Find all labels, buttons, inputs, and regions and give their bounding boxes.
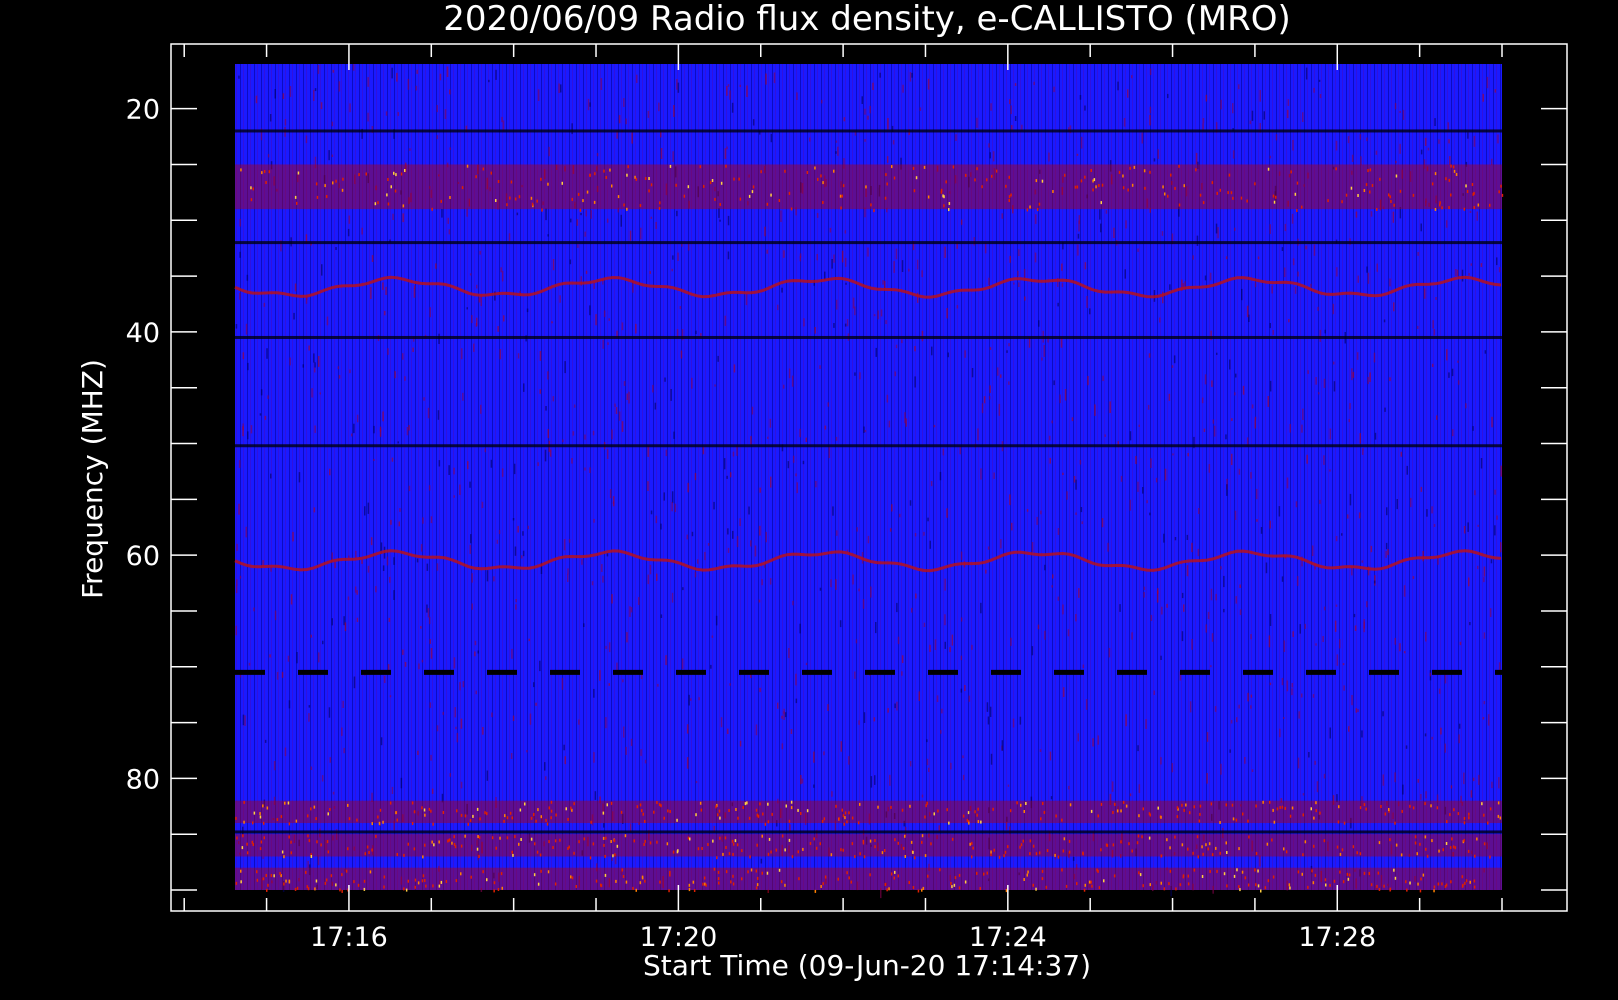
y-tick-label: 40 (126, 318, 160, 349)
heatmap-area (234, 64, 1504, 899)
chart-title: 2020/06/09 Radio flux density, e-CALLIST… (443, 0, 1291, 39)
x-tick-label: 17:16 (310, 922, 388, 953)
feature-dark-line-9 (235, 830, 1502, 834)
feature-dark-line-4 (235, 129, 1502, 133)
feature-band-0 (235, 164, 1504, 213)
y-axis-label: Frequency (MHZ) (76, 359, 109, 599)
x-tick-label: 17:28 (1298, 922, 1376, 953)
y-tick-label: 20 (126, 95, 160, 126)
x-axis-label: Start Time (09-Jun-20 17:14:37) (643, 949, 1091, 982)
feature-dark-line-6 (235, 335, 1502, 339)
feature-band-3 (235, 867, 1502, 893)
spectrogram-chart: 2020/06/09 Radio flux density, e-CALLIST… (76, 0, 1568, 982)
y-tick-label: 80 (126, 764, 160, 795)
feature-dark-line-5 (235, 241, 1502, 245)
y-tick-label: 60 (126, 541, 160, 572)
feature-band-2 (235, 834, 1502, 860)
feature-dark-line-7 (235, 444, 1502, 448)
feature-band-1 (235, 800, 1502, 826)
